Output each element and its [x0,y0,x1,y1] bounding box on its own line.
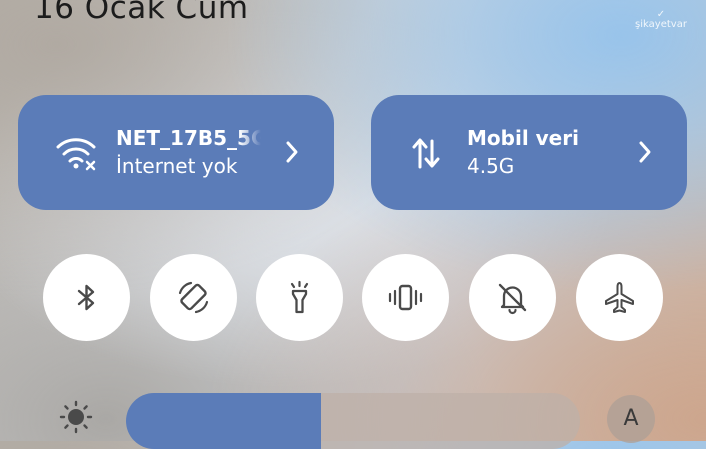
brightness-sun-icon [58,399,94,435]
status-date: 16 Ocak Cum [34,0,249,26]
chevron-right-icon[interactable] [284,139,300,165]
vibrate-toggle[interactable] [362,254,449,341]
wifi-status: İnternet yok [116,154,238,178]
auto-brightness-button[interactable]: A [607,395,655,443]
auto-rotate-toggle[interactable] [150,254,237,341]
mobile-data-tile[interactable]: Mobil veri 4.5G [371,95,687,210]
flashlight-toggle[interactable] [256,254,343,341]
bluetooth-icon [77,284,95,311]
vibrate-icon [388,284,423,311]
airplane-mode-toggle[interactable] [576,254,663,341]
watermark-text: şikayetvar [635,19,687,30]
wifi-no-internet-icon [54,135,98,171]
do-not-disturb-toggle[interactable] [469,254,556,341]
bell-off-icon [498,283,527,315]
mobile-data-arrows-icon [411,135,441,171]
bluetooth-toggle[interactable] [43,254,130,341]
wifi-network-name: NET_17B5_5G [116,126,261,150]
mobile-network-type: 4.5G [467,154,515,178]
wifi-tile[interactable]: NET_17B5_5G İnternet yok [18,95,334,210]
flashlight-icon [290,280,309,314]
watermark: ✓ şikayetvar [628,10,694,30]
chevron-right-icon[interactable] [637,139,653,165]
rotate-icon [178,281,209,314]
airplane-icon [605,282,634,313]
mobile-data-label: Mobil veri [467,126,579,150]
